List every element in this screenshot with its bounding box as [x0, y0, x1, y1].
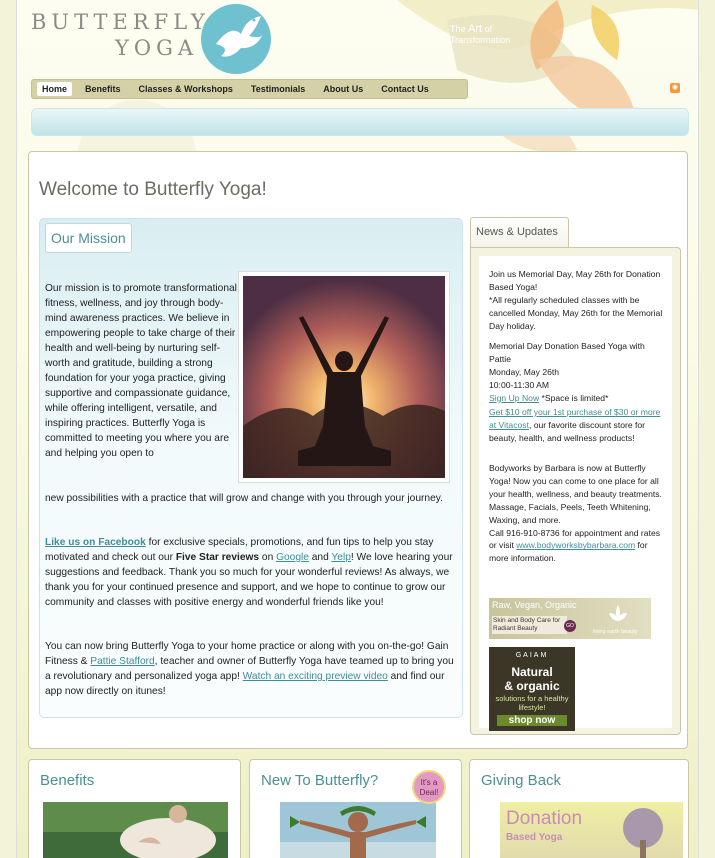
mission-paragraph-3: You can now bring Butterfly Yoga to your… [45, 639, 455, 699]
lotus-flower-icon [609, 605, 627, 621]
donation-subtitle: Based Yoga [506, 832, 563, 843]
ad1-go-badge: GO [564, 620, 576, 632]
nav-item-about-us[interactable]: About Us [318, 82, 368, 96]
main-nav: Home Benefits Classes & Workshops Testim… [31, 79, 468, 99]
mission-paragraph-1-continued: new possibilities with a practice that w… [45, 493, 443, 504]
its-a-deal-badge[interactable]: It's a Deal! [412, 770, 446, 804]
main-content: Welcome to Butterfly Yoga! Our Mission O… [28, 151, 688, 749]
giving-back-box: Giving Back Donation Based Yoga [469, 759, 689, 858]
giving-back-heading[interactable]: Giving Back [481, 772, 561, 789]
news-item-vitacost: Get $10 off your 1st purchase of $30 or … [489, 406, 665, 445]
news-item-bodyworks: Bodyworks by Barbara is now at Butterfly… [489, 462, 665, 565]
facebook-link[interactable]: Like us on Facebook [45, 537, 146, 548]
page-title: Welcome to Butterfly Yoga! [39, 179, 267, 200]
gaiam-line3: solutions for a healthy lifestyle! [495, 694, 569, 712]
butterfly-logo-icon[interactable] [201, 4, 271, 74]
p2-text-b: on [259, 552, 277, 563]
mission-paragraph-1: Our mission is to promote transformation… [45, 283, 237, 459]
mission-heading: Our Mission [45, 223, 132, 253]
news-item-donation-text: Memorial Day Donation Based Yoga with Pa… [489, 341, 645, 390]
news-item-memorial-day: Join us Memorial Day, May 26th for Donat… [489, 269, 663, 331]
living-earth-beauty-ad[interactable]: Raw, Vegan, Organic Skin and Body Care f… [489, 598, 651, 639]
five-star-reviews-text: Five Star reviews [175, 552, 260, 563]
google-link[interactable]: Google [276, 552, 309, 563]
donation-banner[interactable]: Donation Based Yoga [500, 802, 683, 858]
tagline-line2: Transformation [450, 35, 511, 45]
header-bar [31, 108, 689, 136]
space-limited-text: *Space is limited* [539, 392, 609, 403]
yoga-sunset-photo [243, 276, 445, 478]
news-list: Join us Memorial Day, May 26th for Donat… [479, 256, 672, 731]
benefits-box: Benefits [28, 759, 241, 858]
gaiam-ad[interactable]: GAIAM Natural & organic solutions for a … [489, 647, 575, 731]
gaiam-line1: Natural [511, 665, 553, 679]
nav-item-testimonials[interactable]: Testimonials [246, 82, 310, 96]
mission-panel: Our Mission Our mission is to promote tr… [39, 218, 463, 718]
new-to-butterfly-heading[interactable]: New To Butterfly? [261, 772, 378, 789]
mission-paragraph-2: Like us on Facebook for exclusive specia… [45, 535, 455, 610]
bird-icon [216, 16, 263, 57]
benefits-heading[interactable]: Benefits [40, 772, 94, 789]
tagline: The Art of Transformation [450, 24, 510, 46]
nav-item-benefits[interactable]: Benefits [80, 82, 126, 96]
shop-now-button[interactable]: shop now [497, 715, 567, 726]
tab-news-updates[interactable]: News & Updates [470, 217, 569, 247]
tagline-pre: The [450, 24, 466, 34]
donation-title: Donation [506, 808, 583, 829]
page-frame: BUTTERFLY YOGA The Art of Transformation… [16, 0, 699, 858]
ad1-brand: living earth beauty [593, 629, 638, 635]
news-panel: Join us Memorial Day, May 26th for Donat… [470, 247, 681, 735]
gaiam-line2: & organic [504, 679, 560, 693]
rss-icon[interactable]: ◉ [670, 83, 680, 93]
preview-video-link[interactable]: Watch an exciting preview video [243, 671, 388, 682]
ad1-title: Raw, Vegan, Organic [492, 600, 577, 610]
nav-item-classes-workshops[interactable]: Classes & Workshops [134, 82, 238, 96]
meditation-photo [43, 802, 228, 858]
news-item-donation-yoga: Memorial Day Donation Based Yoga with Pa… [489, 340, 665, 405]
mission-photo-frame [238, 271, 450, 483]
logo-text-line1[interactable]: BUTTERFLY [31, 10, 210, 34]
hula-dancer-photo [280, 802, 436, 858]
gaiam-brand: GAIAM [515, 652, 549, 659]
yelp-link[interactable]: Yelp [331, 552, 350, 563]
nav-item-home[interactable]: Home [37, 82, 73, 96]
bodyworks-link[interactable]: www.bodyworksbybarbara.com [516, 540, 635, 550]
pattie-stafford-link[interactable]: Pattie Stafford [90, 656, 154, 667]
nav-item-contact-us[interactable]: Contact Us [376, 82, 434, 96]
ad1-subtitle: Skin and Body Care for Radiant Beauty [492, 616, 567, 634]
bodyworks-text: Bodyworks by Barbara is now at Butterfly… [489, 463, 662, 551]
tree-icon [623, 808, 663, 858]
logo-text-line2[interactable]: YOGA [115, 36, 198, 60]
sign-up-now-link[interactable]: Sign Up Now [489, 393, 539, 403]
tagline-art: Art [468, 23, 483, 35]
tagline-post: of [484, 24, 493, 34]
p2-text-c: and [308, 552, 332, 563]
